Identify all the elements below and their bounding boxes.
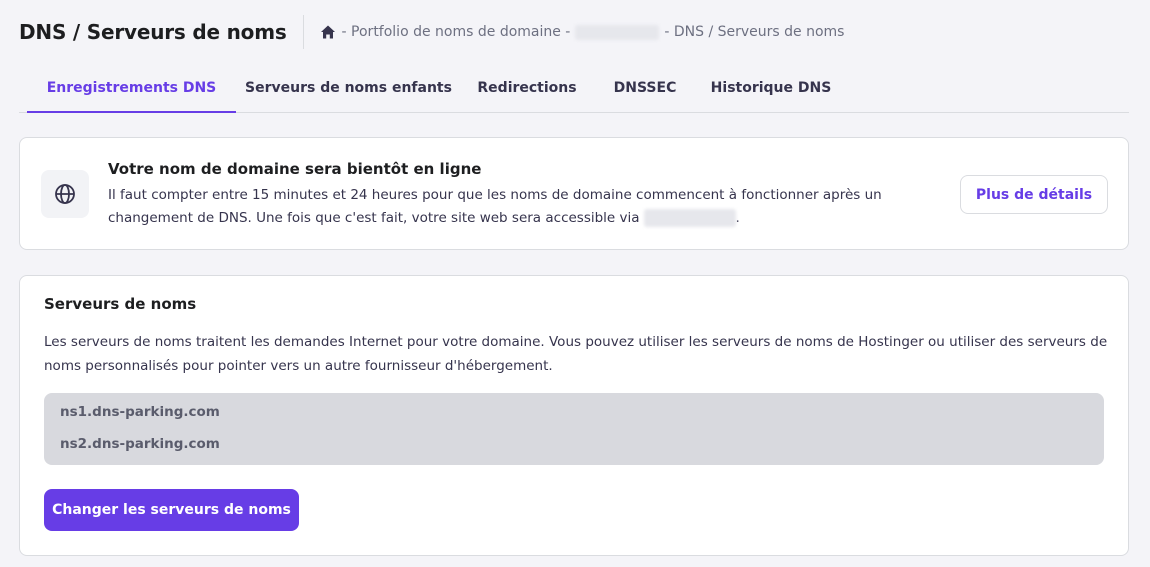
nameservers-card: Serveurs de noms Les serveurs de noms tr… — [19, 275, 1129, 556]
nameservers-title: Serveurs de noms — [44, 295, 197, 313]
notice-title: Votre nom de domaine sera bientôt en lig… — [108, 160, 482, 178]
page: DNS / Serveurs de noms - Portfolio de no… — [0, 0, 1150, 567]
tab-redirections[interactable]: Redirections — [461, 64, 593, 112]
breadcrumb-portfolio[interactable]: - Portfolio de noms de domaine - — [342, 24, 571, 40]
tab-dnssec[interactable]: DNSSEC — [593, 64, 697, 112]
breadcrumb: - Portfolio de noms de domaine - - DNS /… — [320, 24, 845, 40]
nameservers-list: ns1.dns-parking.com ns2.dns-parking.com — [44, 393, 1104, 465]
notice-text-end: . — [735, 210, 740, 226]
tab-dns-history[interactable]: Historique DNS — [697, 64, 845, 112]
nameserver-item: ns1.dns-parking.com — [60, 404, 220, 420]
page-header: DNS / Serveurs de noms - Portfolio de no… — [19, 14, 844, 50]
domain-propagation-notice: Votre nom de domaine sera bientôt en lig… — [19, 137, 1129, 250]
nameservers-description: Les serveurs de noms traitent les demand… — [44, 334, 1108, 374]
more-details-button[interactable]: Plus de détails — [960, 175, 1108, 214]
tab-bar: Enregistrements DNS Serveurs de noms enf… — [19, 64, 1129, 113]
notice-text: Il faut compter entre 15 minutes et 24 h… — [108, 184, 938, 230]
globe-icon-container — [41, 170, 89, 218]
home-icon[interactable] — [320, 24, 336, 40]
globe-icon — [55, 184, 75, 204]
breadcrumb-current: - DNS / Serveurs de noms — [664, 24, 845, 40]
tab-child-nameservers[interactable]: Serveurs de noms enfants — [236, 64, 461, 112]
notice-domain-redacted — [643, 209, 736, 227]
breadcrumb-domain-redacted[interactable] — [575, 24, 660, 40]
tab-dns-records[interactable]: Enregistrements DNS — [27, 64, 236, 113]
nameserver-item: ns2.dns-parking.com — [60, 436, 220, 452]
header-divider — [302, 15, 304, 49]
page-title: DNS / Serveurs de noms — [19, 20, 287, 44]
change-nameservers-button[interactable]: Changer les serveurs de noms — [44, 489, 299, 531]
notice-text-body: Il faut compter entre 15 minutes et 24 h… — [108, 187, 882, 226]
